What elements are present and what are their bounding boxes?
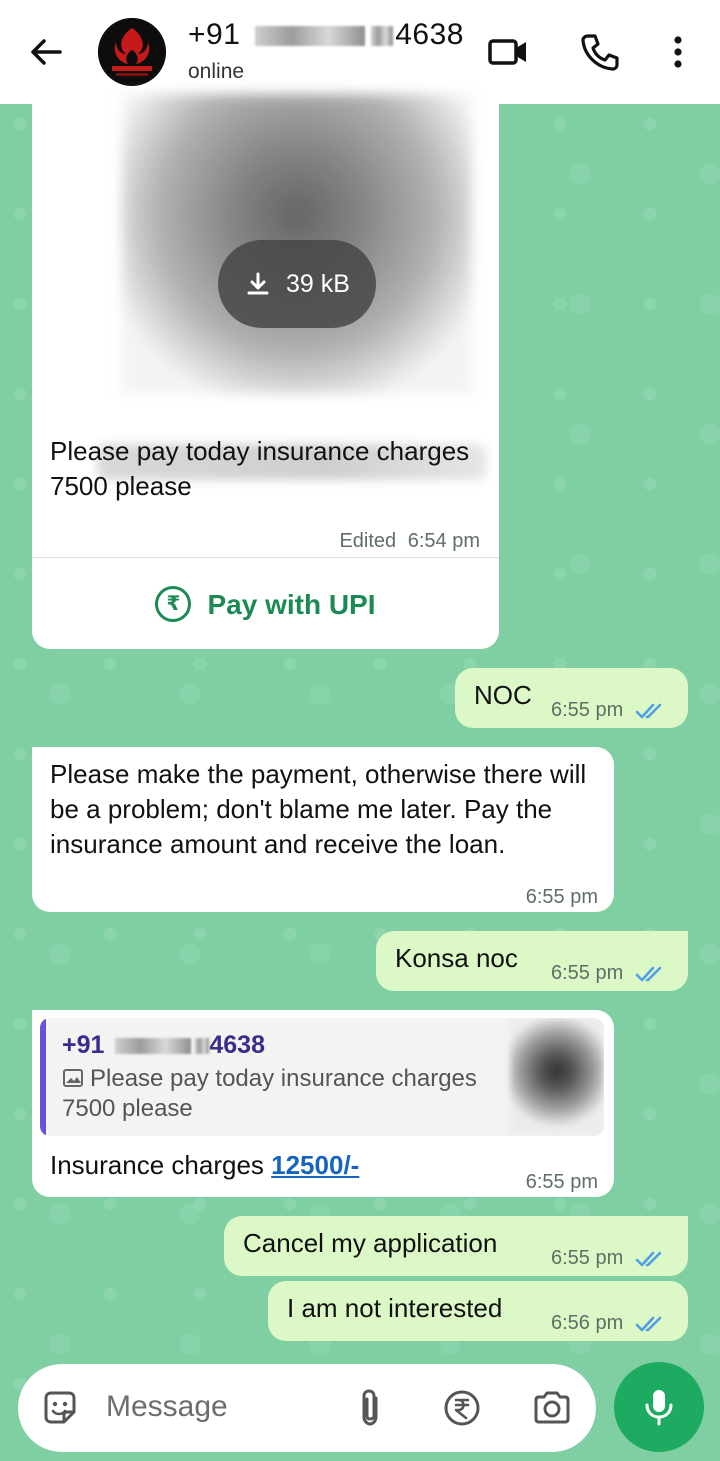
voice-record-button[interactable] (614, 1362, 704, 1452)
camera-icon[interactable] (530, 1386, 574, 1430)
rupee-payment-icon[interactable] (440, 1386, 484, 1430)
contact-number-suffix: 4638 (395, 18, 464, 51)
incoming-reply-message[interactable]: +91 4638 Please pay today insurance char… (32, 1010, 614, 1197)
message-meta: 6:55 pm (551, 1241, 667, 1276)
quoted-sender-suffix: 4638 (209, 1031, 265, 1059)
message-time: 6:55 pm (551, 962, 624, 984)
message-time: 6:56 pm (551, 1312, 624, 1334)
outgoing-message[interactable]: Konsa noc 6:55 pm (376, 931, 688, 991)
media-file-size: 39 kB (286, 269, 350, 298)
attach-icon[interactable] (348, 1386, 392, 1430)
amount-link[interactable]: 12500/- (271, 1150, 359, 1180)
message-time: 6:55 pm (525, 886, 598, 908)
outgoing-message[interactable]: Cancel my application 6:55 pm (224, 1216, 688, 1276)
outgoing-message[interactable]: I am not interested 6:56 pm (268, 1281, 688, 1341)
chat-header: +91 4638 online (0, 0, 720, 104)
read-receipt-icon (635, 1316, 662, 1332)
quoted-sender: +91 4638 (62, 1028, 265, 1063)
read-receipt-icon (635, 1251, 662, 1267)
incoming-media-message[interactable]: 39 kB Please pay today insurance charges… (32, 94, 499, 649)
quoted-sender-prefix: +91 (62, 1031, 105, 1059)
message-time: 6:55 pm (551, 699, 624, 721)
message-text: I am not interested (287, 1293, 503, 1323)
message-text: Konsa noc (395, 943, 518, 973)
avatar-logo-icon (98, 18, 166, 86)
message-text: Please make the payment, otherwise there… (50, 759, 587, 859)
quoted-text-content: Please pay today insurance charges 7500 … (62, 1065, 477, 1122)
incoming-message[interactable]: Please make the payment, otherwise there… (32, 747, 614, 912)
message-text: Cancel my application (243, 1228, 498, 1258)
message-time: 6:55 pm (525, 1171, 598, 1193)
message-text-prefix: Insurance charges (50, 1150, 272, 1180)
image-icon (63, 1069, 83, 1087)
message-time: 6:54 pm (407, 530, 480, 552)
message-meta: 6:55 pm (551, 956, 667, 991)
redacted-number-block (371, 26, 394, 47)
quoted-text: Please pay today insurance charges 7500 … (62, 1064, 502, 1124)
read-receipt-icon (635, 966, 662, 982)
video-call-icon[interactable] (486, 30, 530, 74)
download-button[interactable]: 39 kB (218, 240, 376, 328)
quote-accent-bar (40, 1018, 46, 1136)
message-input-bar: Message (18, 1364, 596, 1452)
message-meta: 6:56 pm (551, 1306, 667, 1341)
sticker-icon[interactable] (38, 1386, 82, 1430)
avatar[interactable] (98, 18, 166, 86)
pay-with-upi-button[interactable]: ₹ Pay with UPI (32, 564, 499, 644)
microphone-icon (645, 1390, 673, 1426)
message-meta: 6:55 pm (551, 693, 667, 728)
contact-status: online (188, 60, 245, 83)
more-options-icon[interactable] (656, 30, 700, 74)
rupee-icon: ₹ (155, 586, 192, 622)
quoted-image-thumbnail (510, 1018, 604, 1136)
edited-label: Edited (339, 530, 397, 552)
divider (32, 557, 499, 558)
message-text: Insurance charges 12500/- (50, 1148, 359, 1183)
phone-call-icon[interactable] (578, 30, 622, 74)
contact-number-prefix: +91 (188, 18, 241, 51)
message-text: Please pay today insurance charges 7500 … (50, 436, 470, 501)
message-meta: Edited 6:54 pm (339, 524, 480, 559)
message-time: 6:55 pm (551, 1247, 624, 1269)
download-icon (247, 272, 269, 295)
redacted-number-block (195, 1038, 210, 1055)
contact-name[interactable]: +91 4638 (188, 18, 464, 52)
redacted-number-block (115, 1038, 192, 1055)
redacted-number-block (255, 26, 366, 47)
read-receipt-icon (635, 703, 662, 719)
quoted-message[interactable]: +91 4638 Please pay today insurance char… (40, 1018, 604, 1136)
message-input[interactable]: Message (106, 1390, 228, 1424)
pay-with-upi-label: Pay with UPI (207, 588, 376, 620)
outgoing-message[interactable]: NOC 6:55 pm (455, 668, 688, 728)
back-arrow-icon[interactable] (26, 32, 66, 72)
message-text: NOC (474, 680, 532, 710)
